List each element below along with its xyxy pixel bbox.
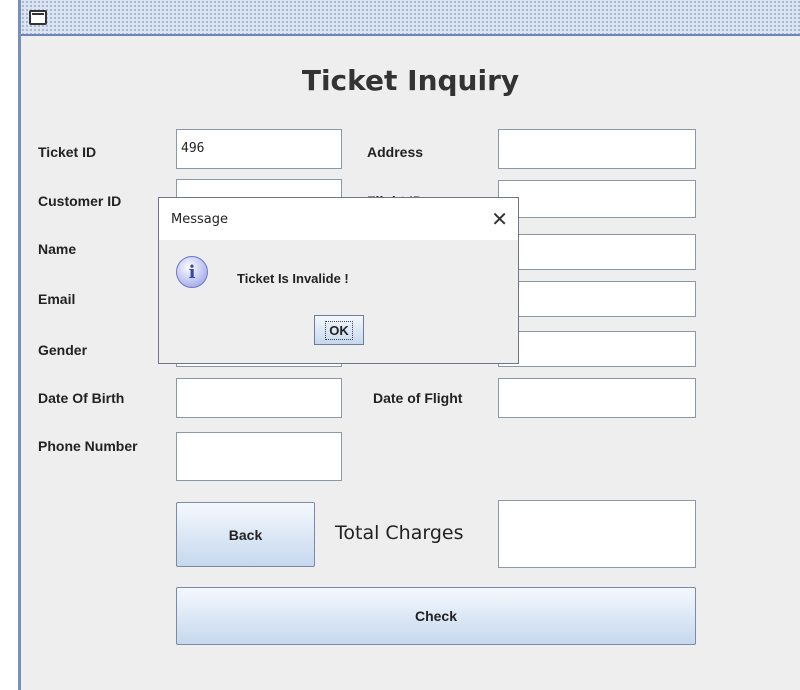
close-icon[interactable]: ✕ — [491, 207, 508, 231]
ok-button-label: OK — [325, 320, 353, 340]
label-name: Name — [38, 241, 77, 257]
check-button[interactable]: Check — [176, 587, 696, 645]
back-button[interactable]: Back — [176, 502, 315, 567]
page-title: Ticket Inquiry — [301, 64, 520, 97]
right-field-4[interactable] — [498, 281, 696, 317]
ticket-id-input[interactable]: 496 — [176, 129, 342, 169]
dialog-message: Ticket Is Invalide ! — [237, 271, 349, 286]
dialog-title: Message — [171, 212, 228, 227]
window-titlebar[interactable] — [21, 0, 800, 36]
message-dialog: Message ✕ i Ticket Is Invalide ! OK — [158, 197, 519, 364]
info-icon: i — [176, 256, 208, 288]
label-address: Address — [367, 144, 424, 160]
label-customer-id: Customer ID — [38, 193, 122, 209]
flight-id-input[interactable] — [498, 180, 696, 218]
label-date-of-birth: Date Of Birth — [38, 390, 125, 406]
label-phone-number: Phone Number — [38, 438, 138, 454]
address-input[interactable] — [498, 129, 696, 169]
label-total-charges: Total Charges — [335, 522, 464, 544]
label-date-of-flight: Date of Flight — [373, 390, 463, 406]
date-of-birth-input[interactable] — [176, 378, 342, 418]
ok-button[interactable]: OK — [314, 315, 364, 345]
label-ticket-id: Ticket ID — [38, 144, 97, 160]
label-email: Email — [38, 291, 76, 307]
total-charges-input[interactable] — [498, 500, 696, 568]
phone-number-input[interactable] — [176, 432, 342, 481]
label-gender: Gender — [38, 342, 88, 358]
right-field-3[interactable] — [498, 234, 696, 270]
dialog-titlebar[interactable]: Message ✕ — [159, 198, 518, 240]
window-icon — [29, 10, 47, 25]
right-field-5[interactable] — [498, 331, 696, 367]
date-of-flight-input[interactable] — [498, 378, 696, 418]
